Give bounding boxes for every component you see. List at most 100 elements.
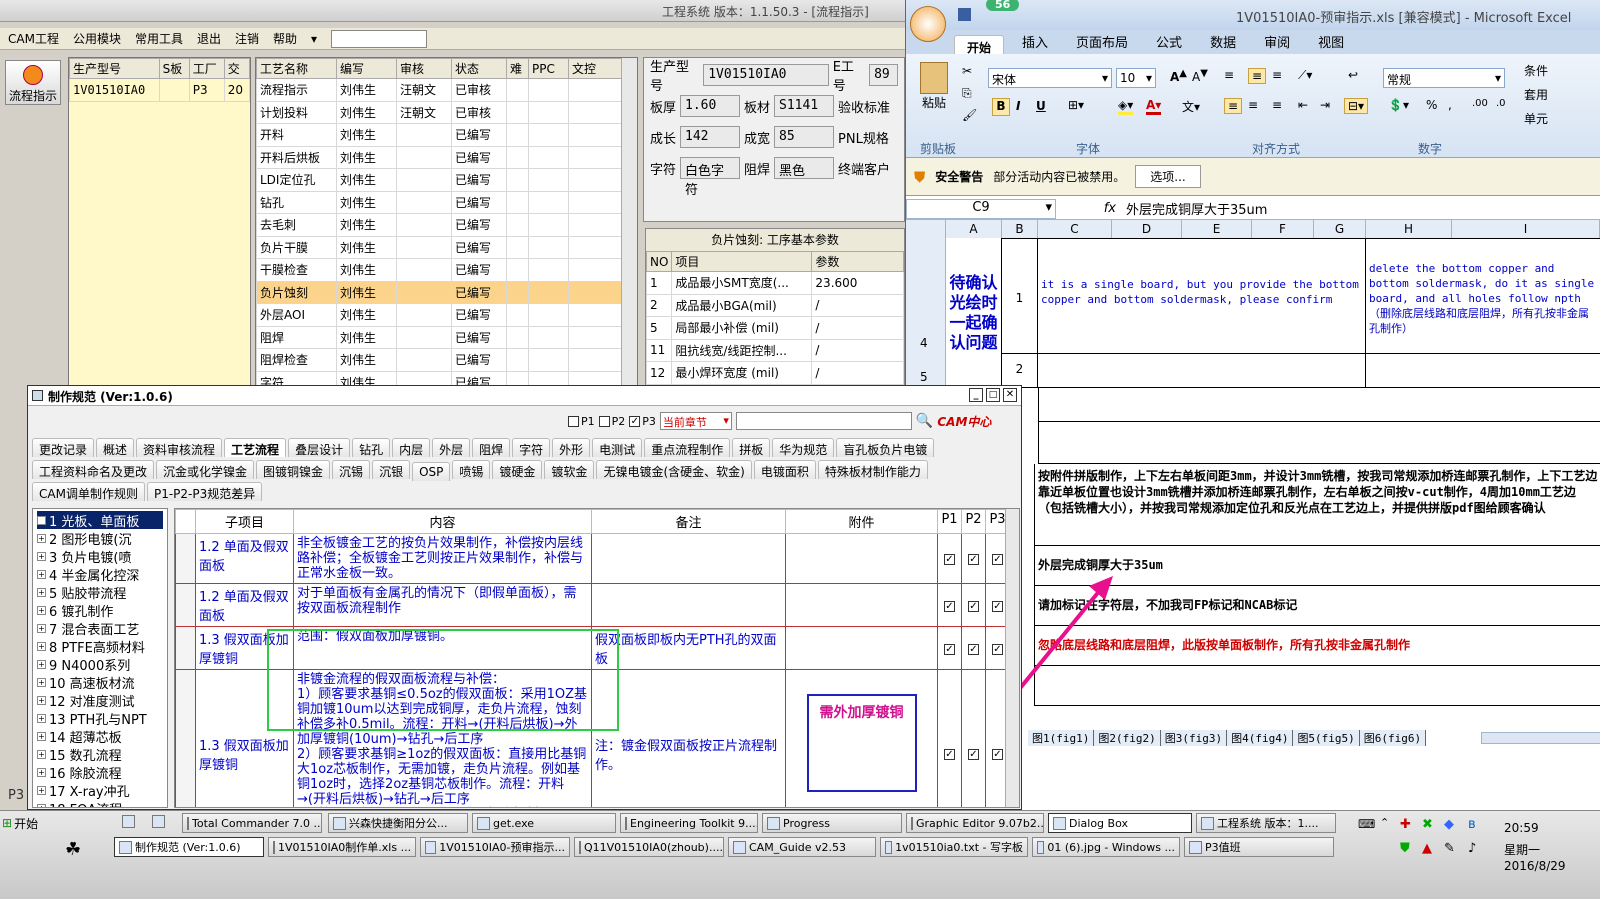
- col-attachment[interactable]: 附件: [785, 509, 938, 534]
- checkbox[interactable]: ✓: [968, 749, 979, 760]
- number-format-select[interactable]: 常规 ▾: [1383, 68, 1505, 88]
- spec-tab[interactable]: 重点流程制作: [644, 438, 731, 457]
- col-E[interactable]: E: [1182, 220, 1252, 238]
- table-row[interactable]: 1.2 单面及假双面板 非全板镀金工艺的按负片效果制作，补偿按内层线路补偿；全板镀…: [175, 533, 1010, 584]
- spec-tab[interactable]: 内层: [392, 438, 431, 457]
- col-model[interactable]: 生产型号: [69, 58, 160, 79]
- expand-icon[interactable]: +: [37, 695, 46, 705]
- align-middle-icon[interactable]: ≡: [1248, 68, 1267, 84]
- task-button[interactable]: 1v01510ia0.txt - 写字板: [880, 837, 1028, 857]
- eno-field[interactable]: 89: [869, 64, 898, 86]
- spec-tab[interactable]: CAM调单制作规则: [32, 482, 145, 501]
- spec-tab[interactable]: 更改记录: [32, 438, 95, 457]
- task-button[interactable]: 工程系统 版本：1....: [1196, 813, 1336, 833]
- col-p1[interactable]: P1: [937, 509, 962, 534]
- spec-tab[interactable]: 阻焊: [472, 438, 511, 457]
- spec-tab[interactable]: 拼板: [732, 438, 771, 457]
- table-row[interactable]: LDI定位孔 刘伟生 已编写: [256, 168, 637, 192]
- col-C[interactable]: C: [1038, 220, 1112, 238]
- tray-icon[interactable]: ✖: [1422, 817, 1433, 832]
- tree-item[interactable]: +10 高速板材流: [37, 673, 163, 692]
- expand-icon[interactable]: +: [37, 569, 46, 579]
- empty-row[interactable]: [1038, 422, 1600, 464]
- close-button[interactable]: ✕: [1003, 388, 1017, 402]
- menu-dropdown-icon[interactable]: ▾: [311, 32, 317, 46]
- spec-tab[interactable]: 沉锡: [332, 460, 371, 479]
- tree-item[interactable]: +12 对准度测试: [37, 691, 163, 710]
- tree-item[interactable]: +8 PTFE高频材料: [37, 637, 163, 656]
- sheet-tab[interactable]: 图5(fig5): [1293, 730, 1360, 746]
- col-reviewer[interactable]: 审核: [396, 58, 452, 79]
- mask-field[interactable]: 黑色: [774, 157, 835, 179]
- checkbox[interactable]: ✓: [992, 643, 1003, 655]
- table-row[interactable]: 2 成品最小BGA(mil) /: [646, 293, 904, 317]
- table-row[interactable]: 阻焊检查 刘伟生 已编写: [256, 348, 637, 372]
- cell-b2[interactable]: 2: [1002, 354, 1038, 388]
- cell-style-icon[interactable]: 单元: [1524, 110, 1548, 127]
- p-checkbox-cell[interactable]: ✓: [937, 533, 962, 584]
- align-left-icon[interactable]: ≡: [1224, 98, 1243, 114]
- spec-tab[interactable]: 外层: [432, 438, 471, 457]
- spec-tab[interactable]: 特殊板材制作能力: [817, 460, 928, 479]
- align-center-icon[interactable]: ≡: [1248, 98, 1258, 112]
- sheet-tab[interactable]: 图6(fig6): [1360, 730, 1427, 746]
- task-button[interactable]: Graphic Editor 9.07b2...: [906, 813, 1044, 833]
- ribbon-tab-formulas[interactable]: 公式: [1144, 29, 1194, 54]
- tree-item[interactable]: +6 镀孔制作: [37, 601, 163, 620]
- tray-icon[interactable]: ⌨: [1358, 817, 1375, 831]
- p-checkbox-cell[interactable]: ✓: [937, 583, 962, 627]
- tree-item[interactable]: +1 光板、单面板: [37, 511, 163, 530]
- col-process-name[interactable]: 工艺名称: [256, 58, 337, 79]
- table-row[interactable]: 钻孔 刘伟生 已编写: [256, 190, 637, 214]
- increase-decimal-icon[interactable]: .00: [1472, 98, 1488, 109]
- col-B[interactable]: B: [1002, 220, 1038, 238]
- fill-color-icon[interactable]: ◈▾: [1118, 98, 1134, 115]
- spec-tab[interactable]: 华为规范: [772, 438, 835, 457]
- format-painter-icon[interactable]: 🖌: [962, 108, 977, 122]
- indent-increase-icon[interactable]: ⇥: [1320, 98, 1330, 112]
- tray-icon[interactable]: ✚: [1400, 817, 1411, 832]
- align-top-icon[interactable]: ≡: [1224, 68, 1234, 82]
- shrink-font-icon[interactable]: A▼: [1192, 68, 1208, 84]
- tree-item[interactable]: +15 数孔流程: [37, 745, 163, 764]
- table-row[interactable]: 11 阻抗线宽/线距控制... /: [646, 338, 904, 362]
- bold-icon[interactable]: B: [992, 98, 1010, 116]
- task-button[interactable]: Q11V01510IA0(zhoub)....: [574, 837, 724, 857]
- spec-tab[interactable]: 工艺流程: [224, 438, 287, 457]
- col-sboard[interactable]: S板: [158, 58, 190, 79]
- spec-tab[interactable]: 工程资料命名及更改: [32, 460, 155, 479]
- p3-checkbox[interactable]: ✓ P3: [629, 415, 656, 428]
- currency-icon[interactable]: 💲▾: [1388, 98, 1409, 112]
- copy-icon[interactable]: ⎘: [962, 86, 972, 101]
- spec-table-scrollbar[interactable]: [1005, 509, 1019, 807]
- clock-time[interactable]: 20:59: [1504, 821, 1539, 835]
- spec-tab[interactable]: 沉银: [372, 460, 411, 479]
- spec-tab[interactable]: 沉金或化学镍金: [156, 460, 255, 479]
- spec-tab[interactable]: 镀硬金: [492, 460, 543, 479]
- sheet-tab[interactable]: 图2(fig2): [1094, 730, 1161, 746]
- material-field[interactable]: S1141: [774, 95, 835, 117]
- sheet-tab[interactable]: 图3(fig3): [1161, 730, 1228, 746]
- col-A[interactable]: A: [946, 220, 1002, 238]
- char-field[interactable]: 白色字符: [680, 157, 741, 198]
- table-row[interactable]: 流程指示 刘伟生 汪朝文 已审核: [256, 78, 637, 102]
- expand-icon[interactable]: +: [37, 785, 46, 795]
- align-right-icon[interactable]: ≡: [1272, 98, 1282, 112]
- tray-icon[interactable]: ◆: [1444, 817, 1454, 832]
- flow-button[interactable]: 流程指示: [5, 60, 61, 105]
- p-checkbox-cell[interactable]: ✓: [961, 626, 986, 670]
- search-icon[interactable]: 🔍: [916, 413, 933, 429]
- cell-c2[interactable]: [1038, 354, 1366, 388]
- attachment-box[interactable]: 需外加厚镀铜: [806, 694, 917, 792]
- italic-icon[interactable]: I: [1016, 99, 1020, 113]
- sheet-hscroll[interactable]: [1481, 732, 1600, 744]
- col-no[interactable]: NO: [646, 251, 673, 272]
- table-row[interactable]: 开料后烘板 刘伟生 已编写: [256, 145, 637, 169]
- ribbon-tab-layout[interactable]: 页面布局: [1064, 29, 1140, 54]
- expand-icon[interactable]: +: [37, 515, 46, 525]
- ribbon-tab-insert[interactable]: 插入: [1010, 29, 1060, 54]
- font-size-select[interactable]: 10 ▾: [1116, 68, 1156, 88]
- expand-icon[interactable]: +: [37, 749, 46, 759]
- task-button[interactable]: get.exe: [472, 813, 616, 833]
- col-status[interactable]: 状态: [451, 58, 507, 79]
